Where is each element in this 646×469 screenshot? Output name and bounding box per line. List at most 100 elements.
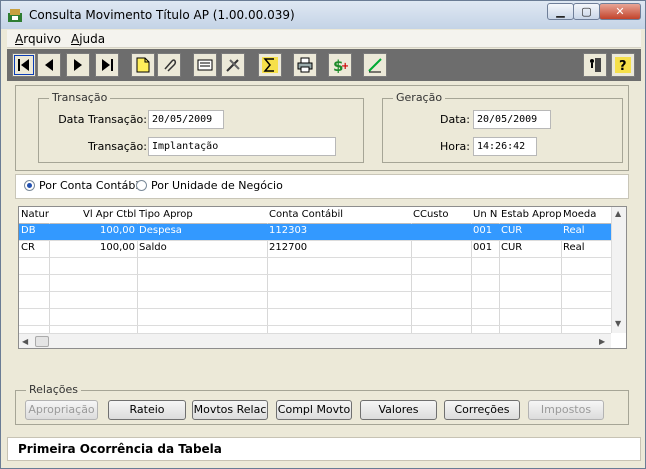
scroll-left-icon[interactable]: ◀ [22,337,28,346]
geracao-group: Geração Data: 20/05/2009 Hora: 14:26:42 [382,91,623,163]
cell-un-n: 001 [473,225,493,236]
apropriacao-button[interactable]: Apropriação [25,400,98,420]
compl-movto-button[interactable]: Compl Movto [276,400,352,420]
view-mode-group: Por Conta Contábil Por Unidade de Negóci… [15,174,629,199]
status-message: Primeira Ocorrência da Tabela [18,442,222,456]
dollar-icon: $+ [333,57,348,73]
currency-button[interactable]: $+ [328,53,352,77]
header-panel: Transação Data Transação: 20/05/2009 Tra… [15,85,629,171]
hora-geracao-label: Hora: [440,140,470,153]
scroll-right-icon[interactable]: ▶ [599,337,605,346]
clip-button[interactable] [157,53,181,77]
last-record-icon [102,59,113,71]
sum-button[interactable] [258,53,282,77]
table-row[interactable] [19,258,611,275]
hora-geracao-field[interactable]: 14:26:42 [473,137,537,156]
data-transacao-field[interactable]: 20/05/2009 [148,110,224,129]
col-ccusto[interactable]: CCusto [413,209,449,220]
cell-conta-contabil: 212700 [269,242,308,253]
movimento-grid[interactable]: Natur Vl Apr Ctbl Tipo Aprop Conta Contá… [18,206,627,349]
data-geracao-label: Data: [440,113,470,126]
tools-icon [226,59,240,72]
table-row[interactable]: DB 100,00 Despesa 112303 001 CUR Real [19,224,611,241]
next-record-button[interactable] [66,53,90,77]
svg-text:?: ? [619,59,627,73]
col-moeda[interactable]: Moeda [563,209,596,220]
grid-horizontal-scrollbar[interactable]: ◀ ▶ [19,333,611,348]
cell-estab-aprop: CUR [501,242,523,253]
valores-button[interactable]: Valores [360,400,437,420]
window-title: Consulta Movimento Título AP (1.00.00.03… [29,8,295,22]
rateio-button[interactable]: Rateio [108,400,186,420]
col-un-n[interactable]: Un N [473,209,497,220]
table-row[interactable] [19,292,611,309]
cell-moeda: Real [563,225,585,236]
first-record-button[interactable] [12,53,36,77]
list-view-button[interactable] [193,53,217,77]
first-record-icon [18,59,29,71]
impostos-button[interactable]: Impostos [528,400,604,420]
close-icon: ✕ [615,5,625,18]
maximize-button[interactable]: ▢ [573,3,600,20]
scroll-down-icon[interactable]: ▼ [615,319,621,328]
app-window: Consulta Movimento Título AP (1.00.00.03… [0,0,646,469]
menu-ajuda[interactable]: Ajuda [71,32,105,46]
sigma-icon [262,57,278,73]
scroll-thumb[interactable] [35,336,49,347]
cell-vl-apr-ctbl: 100,00 [100,225,135,236]
cell-vl-apr-ctbl: 100,00 [100,242,135,253]
correcoes-button[interactable]: Correções [444,400,520,420]
close-button[interactable]: ✕ [599,3,641,20]
last-record-button[interactable] [95,53,119,77]
tools-button[interactable] [221,53,245,77]
maximize-icon: ▢ [581,5,592,18]
movtos-relac-button[interactable]: Movtos Relac [192,400,268,420]
col-conta-contabil[interactable]: Conta Contábil [269,209,343,220]
scroll-up-icon[interactable]: ▲ [615,209,621,218]
col-vl-apr-ctbl[interactable]: Vl Apr Ctbl [83,209,136,220]
prev-record-icon [45,59,53,71]
cell-natur: DB [21,225,36,236]
transacao-field[interactable]: Implantação [148,137,336,156]
minimize-icon: ▁ [556,5,565,18]
data-geracao-field[interactable]: 20/05/2009 [473,110,551,129]
col-tipo-aprop[interactable]: Tipo Aprop [139,209,193,220]
new-document-button[interactable] [131,53,155,77]
minimize-button[interactable]: ▁ [547,3,574,20]
menu-bar: Arquivo Ajuda [7,30,641,48]
transacao-legend: Transação [49,91,111,104]
pen-icon [368,58,382,73]
radio-conta-contabil-label[interactable]: Por Conta Contábil [39,179,141,192]
radio-unidade-negocio-label[interactable]: Por Unidade de Negócio [151,179,283,192]
transacao-group: Transação Data Transação: 20/05/2009 Tra… [38,91,364,163]
cell-tipo-aprop: Saldo [139,242,167,253]
document-icon [136,57,150,73]
edit-button[interactable] [363,53,387,77]
grid-header: Natur Vl Apr Ctbl Tipo Aprop Conta Contá… [19,207,611,224]
col-estab-aprop[interactable]: Estab Aprop [501,209,562,220]
table-row[interactable]: CR 100,00 Saldo 212700 001 CUR Real [19,241,611,258]
title-bar[interactable]: Consulta Movimento Título AP (1.00.00.03… [1,1,645,29]
status-bar: Primeira Ocorrência da Tabela [7,437,641,461]
print-button[interactable] [293,53,317,77]
cell-un-n: 001 [473,242,493,253]
list-icon [197,59,213,71]
cell-natur: CR [21,242,35,253]
cell-tipo-aprop: Despesa [139,225,182,236]
grid-vertical-scrollbar[interactable]: ▲ ▼ [611,207,626,333]
table-row[interactable] [19,275,611,292]
app-icon [8,9,22,22]
next-record-icon [74,59,82,71]
col-natur[interactable]: Natur [21,209,49,220]
printer-icon [297,57,313,73]
cell-moeda: Real [563,242,585,253]
exit-button[interactable] [583,53,607,77]
help-button[interactable]: ? [611,53,635,77]
menu-arquivo[interactable]: Arquivo [15,32,61,46]
radio-conta-contabil[interactable] [24,180,35,191]
radio-unidade-negocio[interactable] [136,180,147,191]
table-row[interactable] [19,309,611,326]
prev-record-button[interactable] [37,53,61,77]
transacao-label: Transação: [87,140,147,153]
geracao-legend: Geração [393,91,446,104]
